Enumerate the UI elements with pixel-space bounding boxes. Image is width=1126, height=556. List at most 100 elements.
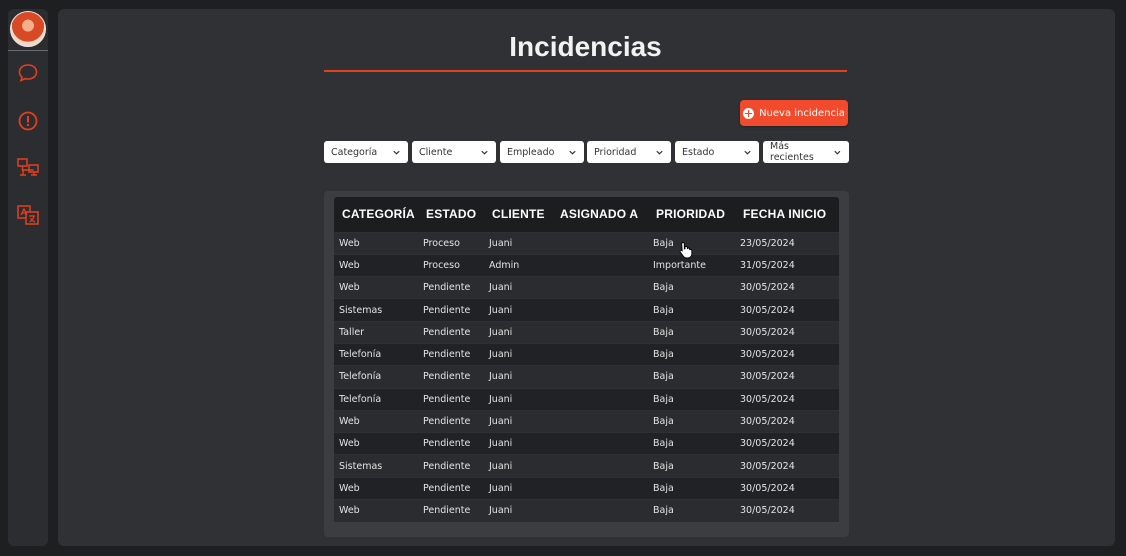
table-cell: Pendiente [418,432,484,455]
table-cell: Sistemas [334,298,418,322]
table-cell: Juani [484,454,552,478]
filter-cliente[interactable]: Cliente [412,141,496,163]
table-cell [552,298,648,322]
table-row[interactable]: Sistemas Pendiente Juani Baja 30/05/2024 [334,454,839,478]
table-cell: Web [334,276,418,299]
table-cell: Taller [334,320,418,344]
incidents-table: CATEGORÍA ESTADO CLIENTE ASIGNADO A PRIO… [334,197,839,522]
sidebar [8,9,48,546]
table-row[interactable]: Web Proceso Juani Baja 23/05/2024 [334,231,839,255]
filter-label: Prioridad [594,146,637,158]
filter-sort[interactable]: Más recientes [763,141,849,163]
new-incident-button[interactable]: Nueva incidencia [740,100,848,126]
user-avatar[interactable] [10,11,46,47]
table-cell: 30/05/2024 [735,298,839,322]
table-row[interactable]: Telefonía Pendiente Juani Baja 30/05/2024 [334,342,839,366]
table-cell: 30/05/2024 [735,276,839,299]
table-row[interactable]: Web Pendiente Juani Baja 30/05/2024 [334,276,839,299]
table-cell: Pendiente [418,320,484,344]
column-header[interactable]: CLIENTE [484,197,552,232]
table-cell: Pendiente [418,298,484,322]
table-row[interactable]: Sistemas Pendiente Juani Baja 30/05/2024 [334,298,839,322]
table-cell [552,499,648,522]
table-cell [552,253,648,277]
table-row[interactable]: Taller Pendiente Juani Baja 30/05/2024 [334,320,839,344]
table-cell: 30/05/2024 [735,499,839,522]
table-cell: Web [334,231,418,255]
table-cell [552,409,648,433]
column-header[interactable]: PRIORIDAD [648,197,735,232]
table-cell [552,276,648,299]
table-header: CATEGORÍA ESTADO CLIENTE ASIGNADO A PRIO… [334,197,839,232]
table-row[interactable]: Web Pendiente Juani Baja 30/05/2024 [334,476,839,500]
incidents-table-container: CATEGORÍA ESTADO CLIENTE ASIGNADO A PRIO… [324,191,849,537]
table-cell [552,320,648,344]
table-cell: Web [334,499,418,522]
table-cell: Web [334,432,418,455]
table-cell [552,387,648,411]
table-cell: Juani [484,231,552,255]
table-cell [552,454,648,478]
table-cell: Baja [648,276,735,299]
table-cell: 30/05/2024 [735,342,839,366]
chevron-down-icon [656,150,663,155]
avatar-divider [8,50,48,51]
table-cell: Telefonía [334,365,418,389]
table-cell: 30/05/2024 [735,409,839,433]
filter-estado[interactable]: Estado [675,141,759,163]
column-header[interactable]: CATEGORÍA [334,197,418,232]
table-row[interactable]: Web Pendiente Juani Baja 30/05/2024 [334,499,839,522]
table-cell: Juani [484,499,552,522]
table-cell: 30/05/2024 [735,476,839,500]
table-cell: Baja [648,454,735,478]
chevron-down-icon [744,150,751,155]
table-cell: 30/05/2024 [735,387,839,411]
table-cell: Juani [484,365,552,389]
network-computer-icon[interactable] [16,156,40,180]
table-cell: 30/05/2024 [735,320,839,344]
table-row[interactable]: Telefonía Pendiente Juani Baja 30/05/2024 [334,365,839,389]
chat-bubble-icon[interactable] [16,61,40,85]
translate-icon[interactable] [16,203,40,227]
table-cell: 23/05/2024 [735,231,839,255]
table-cell: Telefonía [334,342,418,366]
table-cell: Juani [484,276,552,299]
table-body: Web Proceso Juani Baja 23/05/2024 Web Proceso A… [334,231,839,522]
filter-bar: Categoría Cliente Empleado Prioridad Est… [324,141,849,163]
table-cell: Juani [484,387,552,411]
table-cell: Baja [648,409,735,433]
table-cell: Pendiente [418,454,484,478]
incidents-table-inner: CATEGORÍA ESTADO CLIENTE ASIGNADO A PRIO… [334,197,839,522]
filter-label: Cliente [419,146,453,158]
table-cell: Baja [648,476,735,500]
table-cell: Pendiente [418,276,484,299]
table-cell: Baja [648,320,735,344]
table-cell: Baja [648,342,735,366]
table-cell: Juani [484,432,552,455]
column-header[interactable]: FECHA INICIO [735,197,839,232]
table-row[interactable]: Web Pendiente Juani Baja 30/05/2024 [334,409,839,433]
alert-circle-icon[interactable] [16,109,40,133]
title-underline [324,70,847,72]
table-cell: Pendiente [418,387,484,411]
column-header[interactable]: ESTADO [418,197,484,232]
filter-prioridad[interactable]: Prioridad [587,141,671,163]
table-cell: Pendiente [418,499,484,522]
chevron-down-icon [569,150,576,155]
filter-categoria[interactable]: Categoría [324,141,408,163]
table-row[interactable]: Telefonía Pendiente Juani Baja 30/05/2024 [334,387,839,411]
column-header[interactable]: ASIGNADO A [552,197,648,232]
filter-label: Empleado [507,146,555,158]
filter-empleado[interactable]: Empleado [500,141,584,163]
table-cell: Pendiente [418,476,484,500]
chevron-down-icon [393,150,400,155]
table-cell: Proceso [418,231,484,255]
table-row[interactable]: Web Proceso Admin Importante 31/05/2024 [334,253,839,277]
table-cell [552,476,648,500]
table-row[interactable]: Web Pendiente Juani Baja 30/05/2024 [334,432,839,455]
new-incident-label: Nueva incidencia [759,107,845,119]
table-cell: 31/05/2024 [735,253,839,277]
table-cell: Web [334,409,418,433]
table-cell: 30/05/2024 [735,454,839,478]
table-cell: Juani [484,320,552,344]
